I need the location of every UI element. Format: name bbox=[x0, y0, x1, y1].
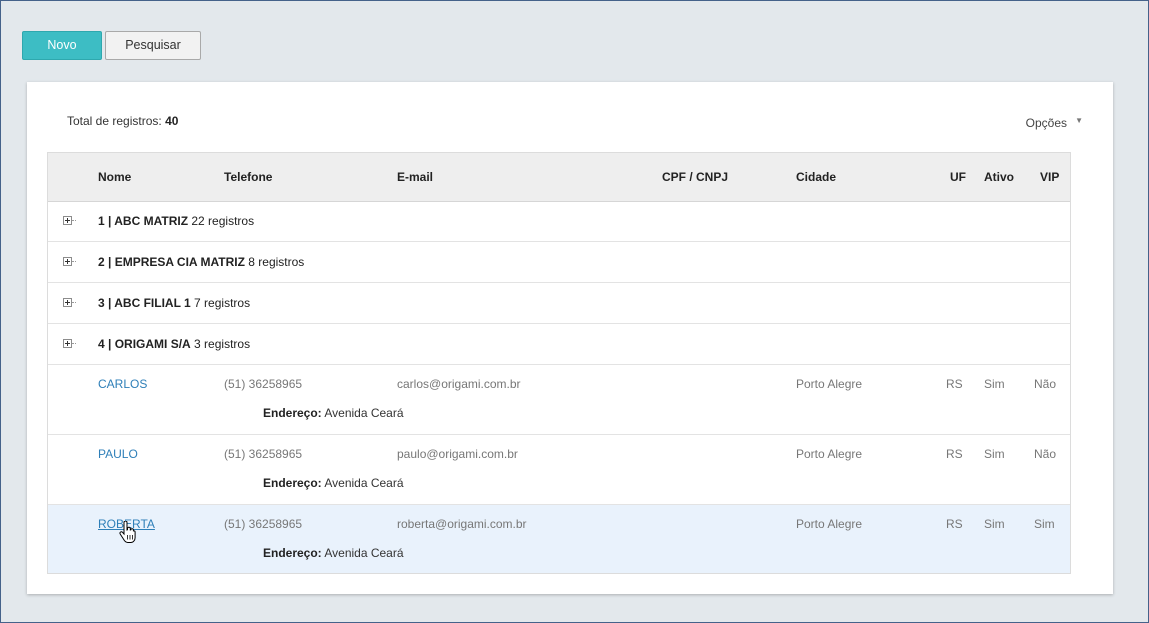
phone-cell: (51) 36258965 bbox=[224, 517, 303, 531]
total-records: Total de registros: 40 bbox=[67, 114, 178, 128]
address-label: Endereço: bbox=[263, 476, 322, 490]
column-header-cidade[interactable]: Cidade bbox=[796, 170, 836, 184]
expand-plus-icon[interactable] bbox=[63, 216, 76, 225]
column-header-email[interactable]: E-mail bbox=[397, 170, 433, 184]
city-cell: Porto Alegre bbox=[796, 447, 863, 461]
expand-plus-icon[interactable] bbox=[63, 257, 76, 266]
dropdown-caret-icon: ▼ bbox=[1075, 116, 1083, 125]
group-count: 7 registros bbox=[194, 296, 251, 310]
grid-header: Nome Telefone E-mail CPF / CNPJ Cidade U… bbox=[48, 153, 1070, 202]
table-row-selected[interactable]: ROBERTA (51) 36258965 roberta@origami.co… bbox=[48, 505, 1070, 573]
group-row: 3 | ABC FILIAL 1 7 registros bbox=[48, 283, 1070, 324]
group-count: 8 registros bbox=[248, 255, 305, 269]
uf-cell: RS bbox=[946, 517, 963, 531]
vip-cell: Sim bbox=[1034, 517, 1055, 531]
address-label: Endereço: bbox=[263, 406, 322, 420]
group-title: 3 | ABC FILIAL 1 bbox=[98, 296, 191, 310]
group-count: 3 registros bbox=[194, 337, 251, 351]
total-records-label: Total de registros: bbox=[67, 114, 162, 128]
column-header-ativo[interactable]: Ativo bbox=[984, 170, 1014, 184]
column-header-vip[interactable]: VIP bbox=[1040, 170, 1059, 184]
table-row[interactable]: CARLOS (51) 36258965 carlos@origami.com.… bbox=[48, 365, 1070, 435]
contact-name-link[interactable]: ROBERTA bbox=[98, 517, 155, 531]
options-dropdown[interactable]: Opções ▼ bbox=[1025, 116, 1083, 130]
address-line: Endereço: Avenida Ceará bbox=[263, 546, 404, 560]
results-card: Total de registros: 40 Opções ▼ Nome Tel… bbox=[27, 82, 1113, 594]
vip-cell: Não bbox=[1034, 377, 1057, 391]
group-title: 2 | EMPRESA CIA MATRIZ bbox=[98, 255, 245, 269]
column-header-nome[interactable]: Nome bbox=[98, 170, 131, 184]
email-cell: roberta@origami.com.br bbox=[397, 517, 527, 531]
total-records-value: 40 bbox=[165, 114, 179, 128]
group-row: 4 | ORIGAMI S/A 3 registros bbox=[48, 324, 1070, 365]
options-label: Opções bbox=[1025, 116, 1067, 130]
address-line: Endereço: Avenida Ceará bbox=[263, 406, 404, 420]
column-header-cpf-cnpj[interactable]: CPF / CNPJ bbox=[662, 170, 728, 184]
group-title: 4 | ORIGAMI S/A bbox=[98, 337, 191, 351]
address-value: Avenida Ceará bbox=[324, 546, 404, 560]
uf-cell: RS bbox=[946, 377, 963, 391]
group-row: 1 | ABC MATRIZ 22 registros bbox=[48, 201, 1070, 242]
active-cell: Sim bbox=[984, 377, 1005, 391]
active-cell: Sim bbox=[984, 447, 1005, 461]
vip-cell: Não bbox=[1034, 447, 1057, 461]
address-line: Endereço: Avenida Ceará bbox=[263, 476, 404, 490]
city-cell: Porto Alegre bbox=[796, 377, 863, 391]
column-header-uf[interactable]: UF bbox=[950, 170, 966, 184]
city-cell: Porto Alegre bbox=[796, 517, 863, 531]
phone-cell: (51) 36258965 bbox=[224, 447, 303, 461]
email-cell: carlos@origami.com.br bbox=[397, 377, 521, 391]
column-header-telefone[interactable]: Telefone bbox=[224, 170, 272, 184]
table-row[interactable]: PAULO (51) 36258965 paulo@origami.com.br… bbox=[48, 435, 1070, 505]
uf-cell: RS bbox=[946, 447, 963, 461]
email-cell: paulo@origami.com.br bbox=[397, 447, 518, 461]
group-row: 2 | EMPRESA CIA MATRIZ 8 registros bbox=[48, 242, 1070, 283]
expand-plus-icon[interactable] bbox=[63, 298, 76, 307]
address-value: Avenida Ceará bbox=[324, 406, 404, 420]
address-value: Avenida Ceará bbox=[324, 476, 404, 490]
contact-name-link[interactable]: PAULO bbox=[98, 447, 138, 461]
pesquisar-button[interactable]: Pesquisar bbox=[105, 31, 201, 60]
group-count: 22 registros bbox=[191, 214, 255, 228]
expand-plus-icon[interactable] bbox=[63, 339, 76, 348]
group-title: 1 | ABC MATRIZ bbox=[98, 214, 189, 228]
contact-name-link[interactable]: CARLOS bbox=[98, 377, 147, 391]
data-grid: Nome Telefone E-mail CPF / CNPJ Cidade U… bbox=[47, 152, 1071, 574]
address-label: Endereço: bbox=[263, 546, 322, 560]
novo-button[interactable]: Novo bbox=[22, 31, 102, 60]
phone-cell: (51) 36258965 bbox=[224, 377, 303, 391]
active-cell: Sim bbox=[984, 517, 1005, 531]
